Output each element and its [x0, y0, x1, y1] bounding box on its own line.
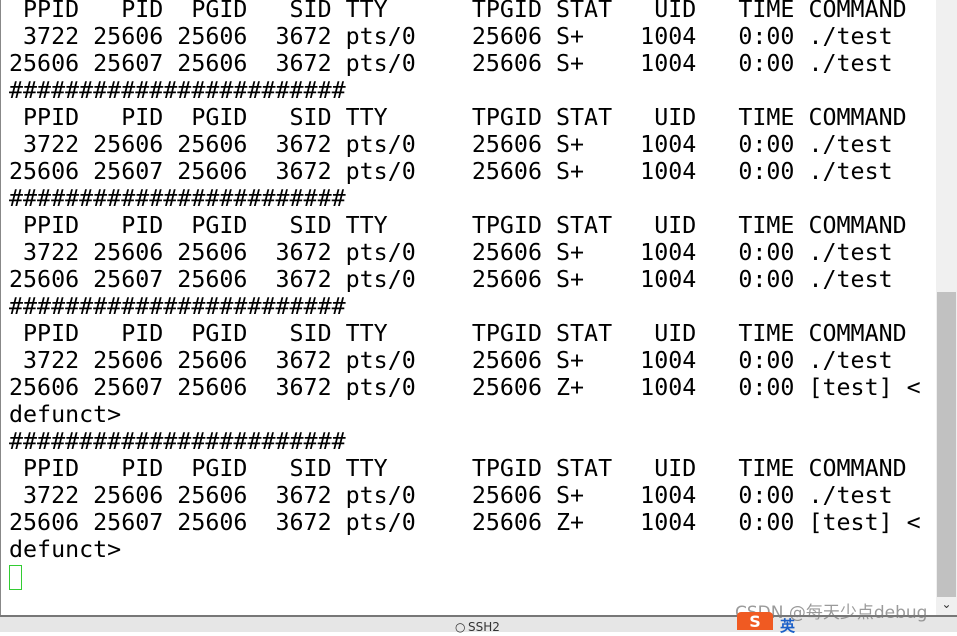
ime-logo-icon[interactable]: S — [737, 612, 773, 631]
terminal-line: 3722 25606 25606 3672 pts/0 25606 S+ 100… — [9, 347, 893, 374]
ime-mode[interactable]: 英 — [780, 617, 809, 635]
lock-icon: ○ — [455, 620, 466, 634]
separator-line: ######################## — [9, 293, 346, 320]
terminal-line: PPID PID PGID SID TTY TPGID STAT UID TIM… — [9, 104, 907, 131]
separator-line: ######################## — [9, 77, 346, 104]
terminal-line: 3722 25606 25606 3672 pts/0 25606 S+ 100… — [9, 239, 893, 266]
text-cursor — [9, 564, 22, 590]
cursor-line — [9, 563, 921, 590]
ime-toolbar[interactable]: 英 — [780, 615, 809, 636]
scrollbar[interactable]: ⌄ — [936, 0, 957, 615]
terminal-line: PPID PID PGID SID TTY TPGID STAT UID TIM… — [9, 320, 907, 347]
terminal-line: 3722 25606 25606 3672 pts/0 25606 S+ 100… — [9, 23, 893, 50]
terminal-line: defunct> — [9, 401, 122, 428]
status-protocol: SSH2 — [468, 620, 500, 634]
terminal-line: PPID PID PGID SID TTY TPGID STAT UID TIM… — [9, 455, 907, 482]
scrollbar-thumb[interactable] — [937, 292, 956, 597]
terminal-line: PPID PID PGID SID TTY TPGID STAT UID TIM… — [9, 212, 907, 239]
terminal-line: 3722 25606 25606 3672 pts/0 25606 S+ 100… — [9, 131, 893, 158]
terminal-line: 25606 25607 25606 3672 pts/0 25606 Z+ 10… — [9, 374, 921, 401]
separator-line: ######################## — [9, 185, 346, 212]
terminal-line: 25606 25607 25606 3672 pts/0 25606 S+ 10… — [9, 50, 893, 77]
terminal-line: 3722 25606 25606 3672 pts/0 25606 S+ 100… — [9, 482, 893, 509]
terminal-line: 25606 25607 25606 3672 pts/0 25606 S+ 10… — [9, 158, 893, 185]
terminal-output[interactable]: PPID PID PGID SID TTY TPGID STAT UID TIM… — [0, 0, 936, 615]
separator-line: ######################## — [9, 428, 346, 455]
terminal-line: defunct> — [9, 536, 122, 563]
terminal-line: 25606 25607 25606 3672 pts/0 25606 S+ 10… — [9, 266, 893, 293]
terminal-lines: PPID PID PGID SID TTY TPGID STAT UID TIM… — [9, 0, 921, 590]
terminal-line: 25606 25607 25606 3672 pts/0 25606 Z+ 10… — [9, 509, 921, 536]
scroll-down-icon[interactable]: ⌄ — [936, 597, 957, 615]
terminal-line: PPID PID PGID SID TTY TPGID STAT UID TIM… — [9, 0, 907, 23]
